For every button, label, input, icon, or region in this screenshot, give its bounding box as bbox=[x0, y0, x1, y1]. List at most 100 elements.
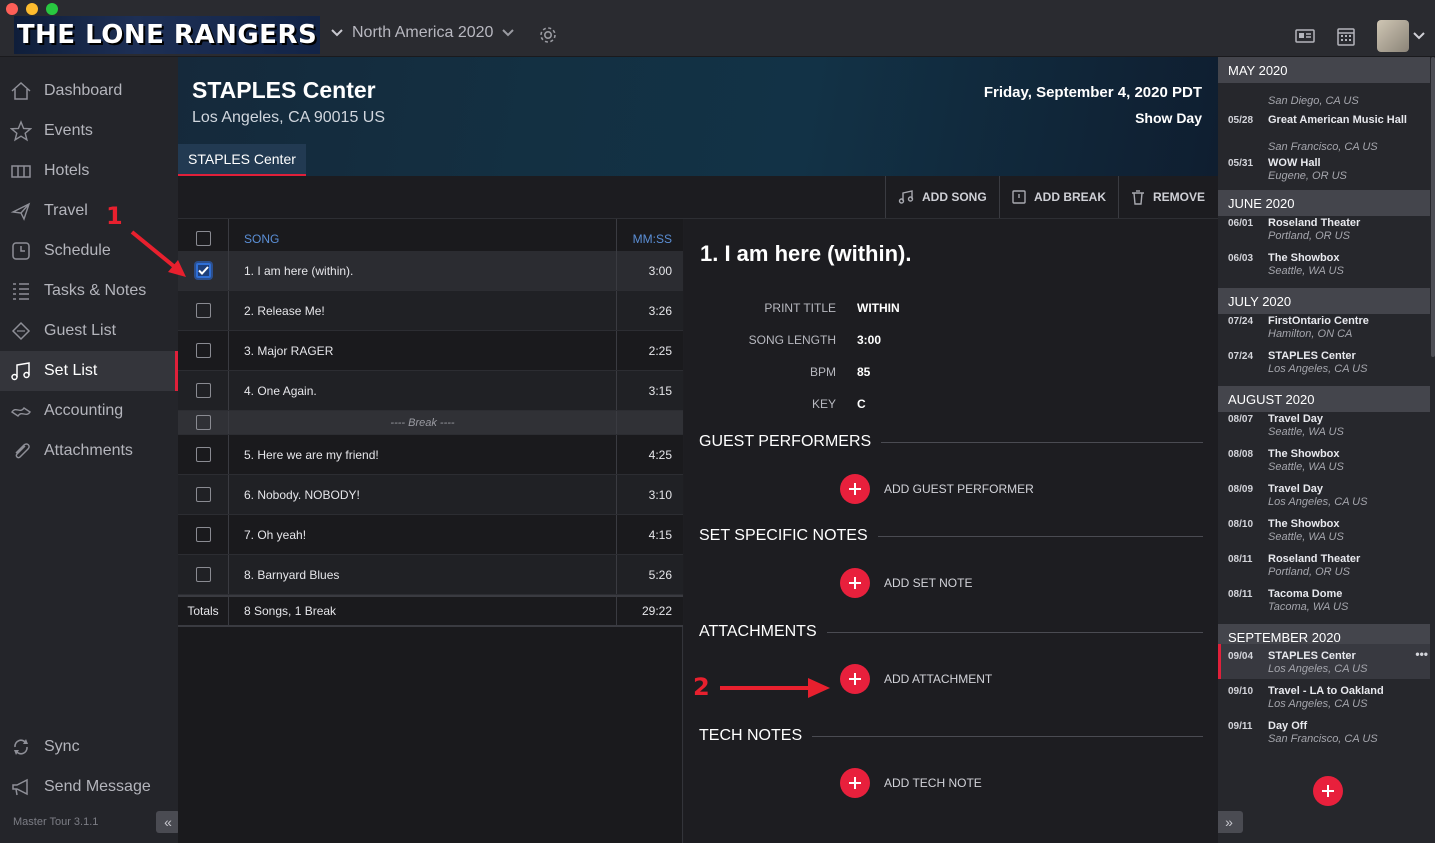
band-logo[interactable]: THE LONE RANGERS bbox=[14, 16, 320, 54]
calendar-event[interactable]: 08/07 Travel Day Seattle, WA US bbox=[1218, 407, 1430, 442]
calendar-event[interactable]: 08/10 The Showbox Seattle, WA US bbox=[1218, 512, 1430, 547]
event-location: Seattle, WA US bbox=[1268, 426, 1344, 438]
table-row[interactable]: 5. Here we are my friend! 4:25 bbox=[178, 435, 683, 475]
field-key[interactable]: KEY C bbox=[684, 397, 1218, 417]
field-label: SONG LENGTH bbox=[748, 333, 836, 347]
expand-panel-button[interactable]: » bbox=[1218, 811, 1243, 833]
sidebar-item-travel[interactable]: Travel bbox=[0, 191, 178, 231]
calendar-event[interactable]: 05/28 Great American Music Hall San Franci… bbox=[1218, 108, 1430, 153]
add-break-button[interactable]: ADD BREAK bbox=[999, 176, 1118, 218]
field-value[interactable]: WITHIN bbox=[857, 301, 900, 315]
minimize-window-button[interactable] bbox=[26, 3, 38, 15]
table-row[interactable]: 1. I am here (within). 3:00 bbox=[178, 251, 683, 291]
calendar-event[interactable]: 09/04 STAPLES Center Los Angeles, CA US ••• bbox=[1218, 644, 1430, 679]
row-checkbox[interactable] bbox=[195, 415, 211, 430]
event-date: Friday, September 4, 2020 PDT bbox=[983, 84, 1202, 101]
event-location: Seattle, WA US bbox=[1268, 531, 1344, 543]
field-value[interactable]: 85 bbox=[857, 365, 870, 379]
calendar-icon[interactable] bbox=[1337, 26, 1355, 46]
money-icon bbox=[10, 400, 32, 422]
song-time: 4:25 bbox=[648, 447, 672, 462]
add-attachment-button[interactable]: ADD ATTACHMENT bbox=[840, 664, 992, 694]
ticket-icon bbox=[10, 320, 32, 342]
field-label: BPM bbox=[809, 365, 836, 379]
calendar-event[interactable]: 08/08 The Showbox Seattle, WA US bbox=[1218, 442, 1430, 477]
close-window-button[interactable] bbox=[6, 3, 18, 15]
setlist-toolbar: ADD SONG ADD BREAK REMOVE bbox=[178, 176, 1218, 219]
field-bpm[interactable]: BPM 85 bbox=[684, 365, 1218, 385]
add-guest-performer-button[interactable]: ADD GUEST PERFORMER bbox=[840, 474, 1034, 504]
row-checkbox[interactable] bbox=[195, 263, 211, 278]
collapse-sidebar-button[interactable]: « bbox=[156, 811, 180, 833]
section-title: ATTACHMENTS bbox=[699, 623, 817, 640]
chevron-down-icon bbox=[1413, 32, 1425, 40]
calendar-event[interactable]: 05/31 WOW Hall Eugene, OR US bbox=[1218, 151, 1430, 186]
calendar-event[interactable]: 07/24 STAPLES Center Los Angeles, CA US bbox=[1218, 344, 1430, 379]
calendar-scrollbar[interactable] bbox=[1431, 57, 1435, 357]
select-all-checkbox[interactable] bbox=[195, 231, 211, 246]
event-name: Travel - LA to Oakland bbox=[1268, 685, 1384, 697]
event-name: The Showbox bbox=[1268, 448, 1340, 460]
remove-button[interactable]: REMOVE bbox=[1118, 176, 1217, 218]
table-row[interactable]: 4. One Again. 3:15 bbox=[178, 371, 683, 411]
sidebar-item-label: Travel bbox=[44, 202, 88, 219]
paperclip-icon bbox=[10, 440, 32, 462]
calendar-event[interactable]: San Diego, CA US bbox=[1218, 76, 1430, 111]
event-location: Los Angeles, CA US bbox=[1268, 363, 1368, 375]
row-checkbox[interactable] bbox=[195, 447, 211, 462]
calendar-event[interactable]: 08/11 Roseland Theater Portland, OR US bbox=[1218, 547, 1430, 582]
table-row[interactable]: 6. Nobody. NOBODY! 3:10 bbox=[178, 475, 683, 515]
row-checkbox[interactable] bbox=[195, 303, 211, 318]
calendar-event[interactable]: 08/09 Travel Day Los Angeles, CA US bbox=[1218, 477, 1430, 512]
section-title: SET SPECIFIC NOTES bbox=[699, 527, 868, 544]
add-set-note-button[interactable]: ADD SET NOTE bbox=[840, 568, 972, 598]
table-row[interactable]: 3. Major RAGER 2:25 bbox=[178, 331, 683, 371]
add-song-button[interactable]: ADD SONG bbox=[885, 176, 999, 218]
user-avatar-menu[interactable] bbox=[1377, 20, 1425, 52]
contact-card-icon[interactable] bbox=[1295, 28, 1315, 44]
sidebar-item-sync[interactable]: Sync bbox=[0, 727, 178, 767]
sidebar-item-attachments[interactable]: Attachments bbox=[0, 431, 178, 471]
field-song-length[interactable]: SONG LENGTH 3:00 bbox=[684, 333, 1218, 353]
sidebar-item-send-message[interactable]: Send Message bbox=[0, 767, 178, 807]
gear-icon[interactable] bbox=[538, 25, 558, 45]
sidebar-item-hotels[interactable]: Hotels bbox=[0, 151, 178, 191]
calendar-event[interactable]: 09/10 Travel - LA to Oakland Los Angeles, … bbox=[1218, 679, 1430, 714]
sidebar-item-guest-list[interactable]: Guest List bbox=[0, 311, 178, 351]
sidebar-item-set-list[interactable]: Set List bbox=[0, 351, 178, 391]
tour-selector[interactable]: North America 2020 bbox=[330, 24, 515, 42]
add-tech-note-button[interactable]: ADD TECH NOTE bbox=[840, 768, 982, 798]
calendar-event[interactable]: 09/11 Day Off San Francisco, CA US bbox=[1218, 714, 1430, 749]
row-checkbox[interactable] bbox=[195, 527, 211, 542]
event-date: 09/04 bbox=[1228, 651, 1254, 662]
break-row[interactable]: ---- Break ---- bbox=[178, 411, 683, 435]
row-checkbox[interactable] bbox=[195, 383, 211, 398]
event-name: The Showbox bbox=[1268, 252, 1340, 264]
more-options-icon[interactable]: ••• bbox=[1415, 647, 1428, 661]
table-row[interactable]: 2. Release Me! 3:26 bbox=[178, 291, 683, 331]
sidebar-item-accounting[interactable]: Accounting bbox=[0, 391, 178, 431]
field-value[interactable]: 3:00 bbox=[857, 333, 881, 347]
calendar-event[interactable]: 06/03 The Showbox Seattle, WA US bbox=[1218, 246, 1430, 281]
calendar-event[interactable]: 08/11 Tacoma Dome Tacoma, WA US bbox=[1218, 582, 1430, 617]
calendar-event[interactable]: 07/24 FirstOntario Centre Hamilton, ON CA bbox=[1218, 309, 1430, 344]
event-name: WOW Hall bbox=[1268, 157, 1321, 169]
add-event-button[interactable] bbox=[1313, 776, 1343, 806]
row-checkbox[interactable] bbox=[195, 343, 211, 358]
calendar-event[interactable]: 06/01 Roseland Theater Portland, OR US bbox=[1218, 211, 1430, 246]
sidebar: Dashboard Events Hotels Travel Schedule Tasks… bbox=[0, 57, 180, 843]
song-title: 1. I am here (within). bbox=[229, 251, 617, 290]
hotel-icon bbox=[10, 160, 32, 182]
field-value[interactable]: C bbox=[857, 397, 866, 411]
row-checkbox[interactable] bbox=[195, 487, 211, 502]
sidebar-item-events[interactable]: Events bbox=[0, 111, 178, 151]
field-print-title[interactable]: PRINT TITLE WITHIN bbox=[684, 301, 1218, 321]
tab-venue[interactable]: STAPLES Center bbox=[178, 144, 306, 176]
zoom-window-button[interactable] bbox=[46, 3, 58, 15]
table-row[interactable]: 7. Oh yeah! 4:15 bbox=[178, 515, 683, 555]
totals-row: Totals 8 Songs, 1 Break 29:22 bbox=[178, 595, 683, 627]
row-checkbox[interactable] bbox=[195, 567, 211, 582]
section-divider bbox=[877, 535, 1203, 537]
sidebar-item-dashboard[interactable]: Dashboard bbox=[0, 71, 178, 111]
table-row[interactable]: 8. Barnyard Blues 5:26 bbox=[178, 555, 683, 595]
